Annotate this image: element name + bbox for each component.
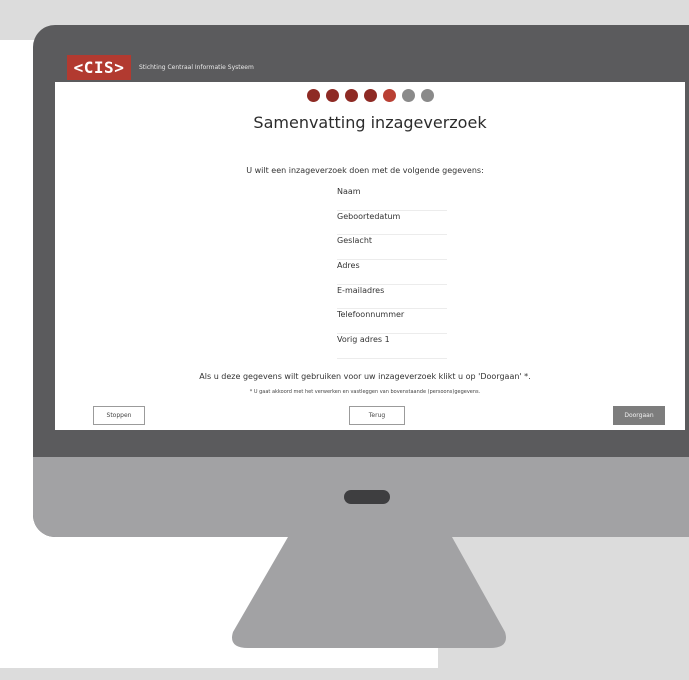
progress-step-2 [325, 89, 339, 102]
monitor-power-button [344, 490, 390, 504]
continue-button[interactable]: Doorgaan [613, 406, 665, 425]
stop-button[interactable]: Stoppen [93, 406, 145, 425]
summary-field: Naam [337, 186, 447, 211]
progress-step-3 [344, 89, 358, 102]
progress-steps [55, 89, 685, 102]
summary-field: Telefoonnummer [337, 309, 447, 335]
progress-step-7 [420, 89, 434, 102]
monitor-screen: <CIS> Stichting Centraal Informatie Syst… [55, 53, 685, 430]
back-button[interactable]: Terug [349, 406, 405, 425]
progress-step-4 [363, 89, 377, 102]
progress-step-6 [401, 89, 415, 102]
summary-field: Geslacht [337, 235, 447, 261]
summary-field: Vorig adres 1 [337, 334, 447, 359]
page-title: Samenvatting inzageverzoek [253, 113, 487, 132]
progress-step-5 [382, 89, 396, 102]
summary-field-list: Naam Geboortedatum Geslacht Adres E-mailadre… [337, 186, 447, 359]
intro-text: U wilt een inzageverzoek doen met de vol… [246, 166, 484, 175]
org-name: Stichting Centraal Informatie Systeem [139, 64, 254, 71]
app-header: <CIS> Stichting Centraal Informatie Syst… [55, 53, 685, 82]
summary-field: Geboortedatum [337, 211, 447, 236]
continue-instruction: Als u deze gegevens wilt gebruiken voor … [199, 372, 531, 381]
progress-step-1 [306, 89, 320, 102]
summary-field: E-mailadres [337, 285, 447, 310]
summary-field: Adres [337, 260, 447, 285]
cis-logo: <CIS> [67, 55, 131, 80]
consent-note: * U gaat akkoord met het verwerken en va… [249, 389, 481, 395]
